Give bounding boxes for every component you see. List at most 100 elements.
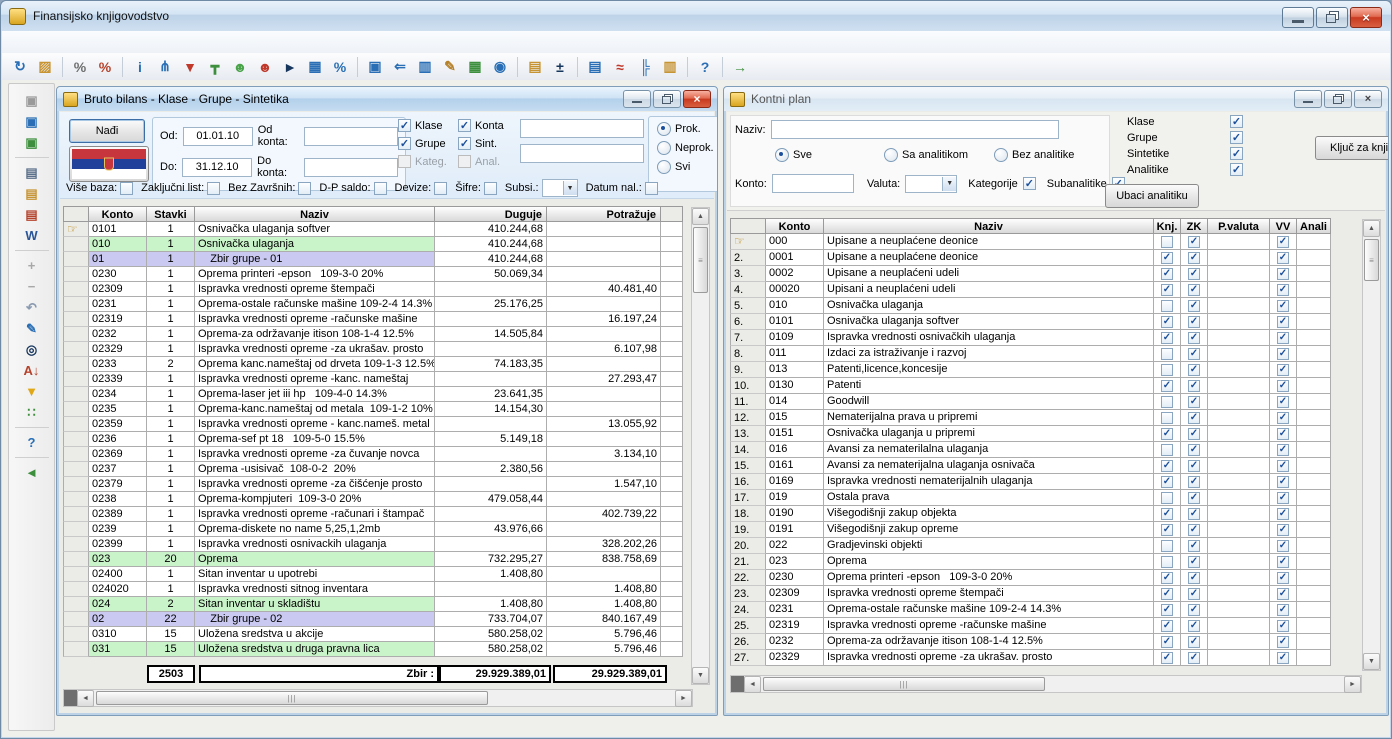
- zk-checkbox[interactable]: ✓: [1188, 540, 1200, 552]
- table-row[interactable]: 0238 1 Oprema-kompjuteri 109-3-0 20% 479…: [63, 492, 683, 507]
- sort-az-icon[interactable]: A↓: [18, 362, 46, 379]
- table-row[interactable]: 4. 00020 Upisani a neuplaćeni udeli ✓ ✓ …: [730, 282, 1331, 298]
- vv-checkbox[interactable]: ✓: [1277, 268, 1289, 280]
- table-export-icon[interactable]: ▦: [463, 56, 487, 78]
- vv-checkbox[interactable]: ✓: [1277, 252, 1289, 264]
- menu-item[interactable]: [14, 39, 32, 45]
- konta-filter-input-2[interactable]: [520, 144, 644, 163]
- grid-view-icon[interactable]: ▤: [583, 56, 607, 78]
- table-row[interactable]: 02329 1 Ispravka vrednosti opreme -za uk…: [63, 342, 683, 357]
- table-row[interactable]: 12. 015 Nematerijalna prava u pripremi ✓…: [730, 410, 1331, 426]
- scroll-left-icon[interactable]: ◄: [77, 690, 94, 707]
- vv-checkbox[interactable]: ✓: [1277, 300, 1289, 312]
- knj-checkbox[interactable]: ✓: [1161, 460, 1173, 472]
- filter-checkbox[interactable]: [120, 182, 133, 195]
- knj-checkbox[interactable]: ✓: [1161, 476, 1173, 488]
- table-row[interactable]: 22. 0230 Oprema printeri -epson 109-3-0 …: [730, 570, 1331, 586]
- main-title-bar[interactable]: Finansijsko knjigovodstvo ×: [1, 1, 1391, 31]
- table-row[interactable]: 14. 016 Avansi za nematerilalna ulaganja…: [730, 442, 1331, 458]
- table-row[interactable]: 7. 0109 Ispravka vrednosti osnivačkih ul…: [730, 330, 1331, 346]
- table-row[interactable]: 23. 02309 Ispravka vrednosti opreme štem…: [730, 586, 1331, 602]
- kategorije-checkbox[interactable]: ✓: [1023, 177, 1036, 190]
- table-row[interactable]: 25. 02319 Ispravka vrednosti opreme -rač…: [730, 618, 1331, 634]
- knj-checkbox[interactable]: [1161, 492, 1173, 504]
- back-icon[interactable]: ◄: [18, 464, 46, 481]
- database-icon[interactable]: ▥: [658, 56, 682, 78]
- find-binoculars-icon[interactable]: ◎: [18, 341, 46, 358]
- knj-checkbox[interactable]: ✓: [1161, 268, 1173, 280]
- table-row[interactable]: 01 1 Zbir grupe - 01 410.244,68: [63, 252, 683, 267]
- menu-item[interactable]: [54, 39, 72, 45]
- user-green-icon[interactable]: ☻: [228, 56, 252, 78]
- type-checkbox[interactable]: ✓: [1230, 163, 1243, 176]
- knj-checkbox[interactable]: ✓: [1161, 588, 1173, 600]
- table-row[interactable]: 24. 0231 Oprema-ostale računske mašine 1…: [730, 602, 1331, 618]
- zk-checkbox[interactable]: ✓: [1188, 556, 1200, 568]
- table-row[interactable]: 02309 1 Ispravka vrednosti opreme štempa…: [63, 282, 683, 297]
- zk-checkbox[interactable]: ✓: [1188, 364, 1200, 376]
- svi-radio[interactable]: [657, 160, 671, 174]
- kljuc-za-knjizenje-button[interactable]: Ključ za knjižer: [1315, 136, 1389, 160]
- vv-checkbox[interactable]: ✓: [1277, 348, 1289, 360]
- vv-checkbox[interactable]: ✓: [1277, 284, 1289, 296]
- edit-doc-icon[interactable]: ✎: [438, 56, 462, 78]
- scroll-right-icon[interactable]: ►: [1344, 676, 1361, 693]
- vv-checkbox[interactable]: ✓: [1277, 604, 1289, 616]
- org-chart-icon[interactable]: ┳: [203, 56, 227, 78]
- zk-checkbox[interactable]: ✓: [1188, 316, 1200, 328]
- knj-checkbox[interactable]: [1161, 364, 1173, 376]
- knj-checkbox[interactable]: ✓: [1161, 380, 1173, 392]
- vv-checkbox[interactable]: ✓: [1277, 492, 1289, 504]
- child-minimize-button[interactable]: [623, 90, 651, 108]
- zk-checkbox[interactable]: ✓: [1188, 588, 1200, 600]
- scrollbar-thumb[interactable]: |||: [96, 691, 488, 705]
- vv-checkbox[interactable]: ✓: [1277, 412, 1289, 424]
- scrollbar-thumb[interactable]: ≡: [693, 227, 708, 293]
- menu-item[interactable]: [154, 39, 172, 45]
- table-row[interactable]: 010 1 Osnivačka ulaganja 410.244,68: [63, 237, 683, 252]
- neprok-radio[interactable]: [657, 141, 671, 155]
- table-row[interactable]: 0235 1 Oprema-kanc.nameštaj od metala 10…: [63, 402, 683, 417]
- table-row[interactable]: 27. 02329 Ispravka vrednosti opreme -za …: [730, 650, 1331, 666]
- table-row[interactable]: 02379 1 Ispravka vrednosti opreme -za či…: [63, 477, 683, 492]
- plus-minus-icon[interactable]: ±: [548, 56, 572, 78]
- table-row[interactable]: 21. 023 Oprema ✓ ✓: [730, 554, 1331, 570]
- tree-view-icon[interactable]: ╠: [633, 56, 657, 78]
- print-icon[interactable]: ▤: [18, 164, 46, 181]
- table-row[interactable]: 024020 1 Ispravka vrednosti sitnog inven…: [63, 582, 683, 597]
- table-row[interactable]: 0232 1 Oprema-za održavanje itison 108-1…: [63, 327, 683, 342]
- zk-checkbox[interactable]: ✓: [1188, 620, 1200, 632]
- od-konta-input[interactable]: [304, 127, 398, 146]
- naziv-input[interactable]: [771, 120, 1059, 139]
- zk-checkbox[interactable]: ✓: [1188, 268, 1200, 280]
- zk-checkbox[interactable]: ✓: [1188, 476, 1200, 488]
- copy-doc-icon[interactable]: ▣: [363, 56, 387, 78]
- help-icon[interactable]: ?: [18, 434, 46, 451]
- type-checkbox[interactable]: ✓: [1230, 131, 1243, 144]
- filter-checkbox[interactable]: [207, 182, 220, 195]
- vv-checkbox[interactable]: ✓: [1277, 636, 1289, 648]
- table-row[interactable]: 20. 022 Gradjevinski objekti ✓ ✓: [730, 538, 1331, 554]
- knj-checkbox[interactable]: [1161, 444, 1173, 456]
- vv-checkbox[interactable]: ✓: [1277, 380, 1289, 392]
- table-row[interactable]: 0233 2 Oprema kanc.nameštaj od drveta 10…: [63, 357, 683, 372]
- bez-analitike-radio[interactable]: [994, 148, 1008, 162]
- valuta-dropdown[interactable]: ▼: [905, 175, 957, 193]
- word-export-icon[interactable]: W: [18, 227, 46, 244]
- percent-report-icon[interactable]: %: [93, 56, 117, 78]
- vv-checkbox[interactable]: ✓: [1277, 620, 1289, 632]
- vv-checkbox[interactable]: ✓: [1277, 508, 1289, 520]
- knj-checkbox[interactable]: [1161, 300, 1173, 312]
- table-row[interactable]: 0230 1 Oprema printeri -epson 109-3-0 20…: [63, 267, 683, 282]
- type-checkbox[interactable]: ✓: [1230, 147, 1243, 160]
- knj-checkbox[interactable]: [1161, 412, 1173, 424]
- zk-checkbox[interactable]: ✓: [1188, 652, 1200, 664]
- media-view-icon[interactable]: ◉: [488, 56, 512, 78]
- knj-checkbox[interactable]: ✓: [1161, 604, 1173, 616]
- zk-checkbox[interactable]: ✓: [1188, 284, 1200, 296]
- od-date-input[interactable]: [183, 127, 253, 146]
- konto-input[interactable]: [772, 174, 854, 193]
- vv-checkbox[interactable]: ✓: [1277, 364, 1289, 376]
- filter-checkbox[interactable]: [298, 182, 311, 195]
- knj-checkbox[interactable]: ✓: [1161, 284, 1173, 296]
